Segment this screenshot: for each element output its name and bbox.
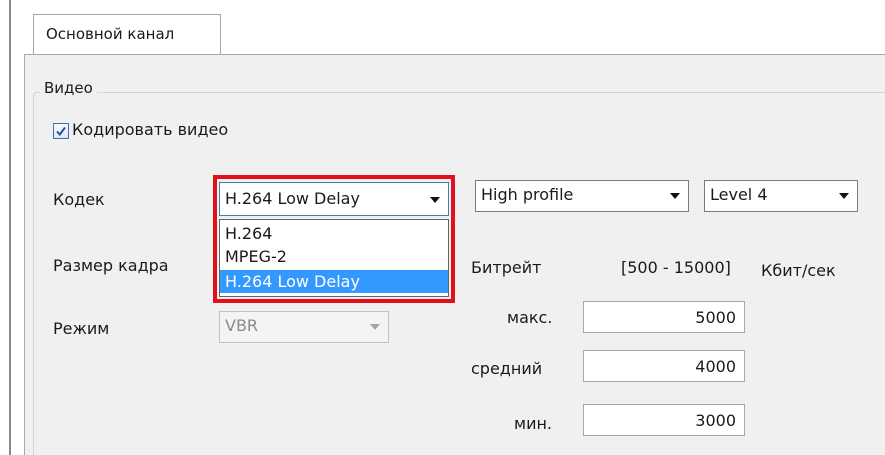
frame-size-label: Размер кадра: [53, 256, 169, 275]
mode-label: Режим: [53, 319, 110, 338]
chevron-down-icon[interactable]: [670, 193, 680, 199]
tab-main-channel[interactable]: Основной канал: [33, 14, 221, 54]
bitrate-avg-label: средний: [471, 359, 543, 378]
bitrate-min-input[interactable]: 3000: [583, 404, 745, 436]
profile-select[interactable]: High profile: [475, 180, 689, 212]
bitrate-label: Битрейт: [471, 258, 542, 277]
codec-dropdown-list: H.264 MPEG-2 H.264 Low Delay: [219, 219, 449, 297]
chevron-down-icon[interactable]: [839, 193, 849, 199]
bitrate-unit: Кбит/сек: [761, 261, 836, 280]
tab-main-channel-label: Основной канал: [46, 25, 175, 43]
tab-strip-line: [24, 54, 885, 55]
video-group-title: Видео: [40, 79, 97, 97]
codec-option-h264-low-delay[interactable]: H.264 Low Delay: [220, 270, 448, 293]
checkmark-icon: [56, 126, 66, 137]
codec-option-mpeg2[interactable]: MPEG-2: [220, 245, 448, 268]
level-select[interactable]: Level 4: [704, 180, 858, 212]
mode-select[interactable]: VBR: [219, 311, 389, 343]
chevron-down-icon: [370, 324, 380, 330]
level-select-value: Level 4: [710, 185, 768, 204]
codec-select[interactable]: H.264 Low Delay: [219, 182, 449, 216]
mode-select-value: VBR: [225, 316, 259, 335]
codec-select-value: H.264 Low Delay: [225, 189, 360, 208]
codec-option-h264[interactable]: H.264: [220, 222, 448, 245]
encode-video-checkbox[interactable]: [53, 123, 69, 139]
profile-select-value: High profile: [481, 185, 574, 204]
chevron-down-icon[interactable]: [430, 197, 440, 203]
codec-label: Кодек: [53, 190, 105, 209]
bitrate-range: [500 - 15000]: [621, 258, 731, 277]
bitrate-min-label: мин.: [514, 414, 553, 433]
bitrate-max-input[interactable]: 5000: [583, 301, 745, 333]
bitrate-max-label: макс.: [507, 308, 553, 327]
bitrate-avg-input[interactable]: 4000: [583, 350, 745, 382]
window-left-border: [9, 0, 11, 455]
encode-video-label[interactable]: Кодировать видео: [72, 120, 228, 139]
